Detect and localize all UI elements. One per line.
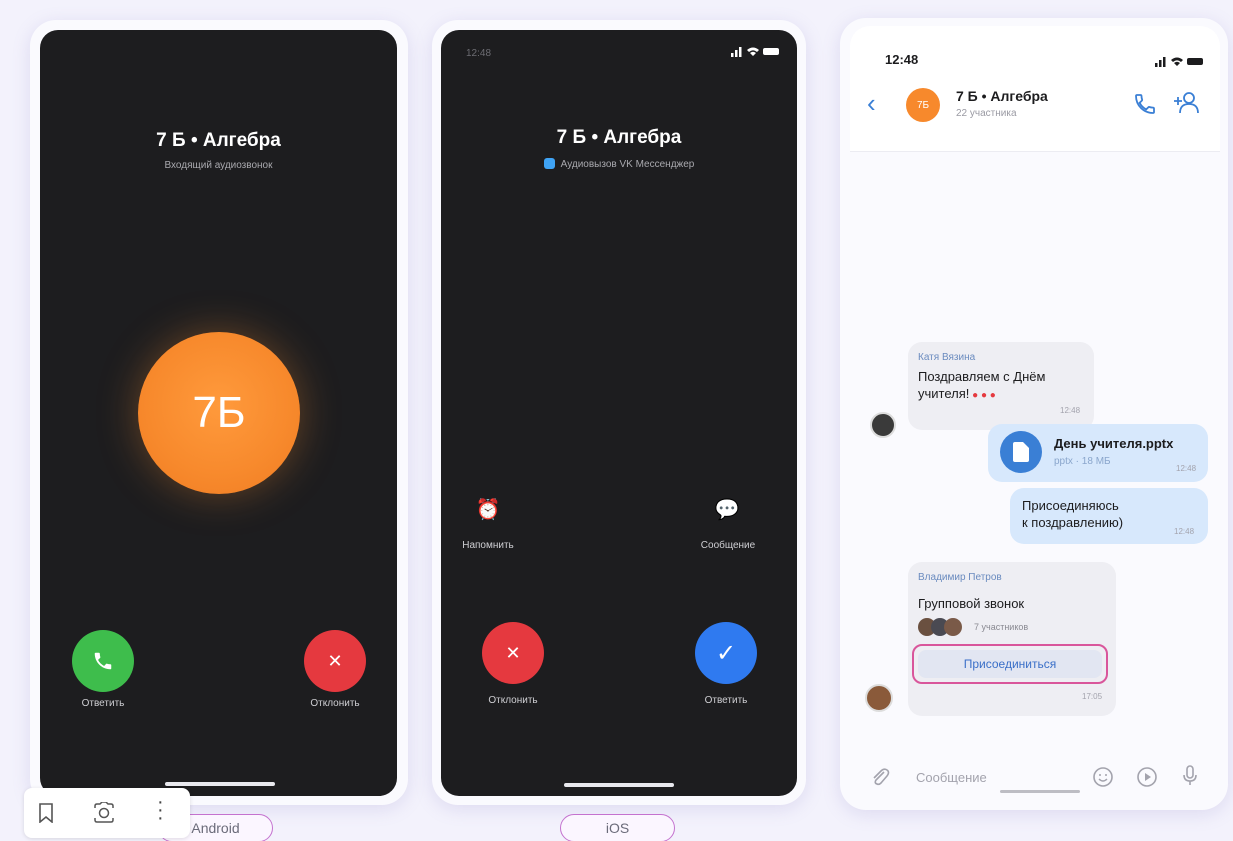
emoji-icon[interactable] xyxy=(1092,766,1114,793)
android-answer-label: Ответить xyxy=(81,698,125,709)
chat-messages-area: Катя Вязина Поздравляем с Днём учителя! … xyxy=(850,152,1220,804)
chat-status-time: 12:48 xyxy=(885,52,919,67)
sender-avatar[interactable] xyxy=(870,412,896,438)
chat-avatar[interactable]: 7Б xyxy=(906,88,940,122)
message-time: 12:48 xyxy=(1060,406,1081,415)
attach-icon[interactable] xyxy=(870,766,890,793)
home-indicator xyxy=(1000,790,1080,793)
ios-decline-label: Отклонить xyxy=(488,695,538,706)
balloon-emoji-icon: ● ● ● xyxy=(969,390,996,401)
android-decline-button[interactable]: ✕ xyxy=(304,630,366,692)
call-participants-count: 7 участников xyxy=(974,622,1029,632)
ios-answer-label: Ответить xyxy=(704,695,748,706)
microphone-icon[interactable] xyxy=(1182,764,1198,793)
bookmark-icon[interactable] xyxy=(38,803,54,828)
chat-members-count: 22 участника xyxy=(956,108,1017,119)
lens-search-icon[interactable] xyxy=(92,801,116,829)
signal-icon xyxy=(731,47,779,57)
android-call-subtitle: Входящий аудиозвонок xyxy=(164,160,273,171)
chat-screen: 12:48 ‹ 7Б 7 Б • Алгебра 22 участника Ка… xyxy=(850,26,1220,804)
android-home-indicator xyxy=(165,782,275,786)
message-bubble-icon[interactable]: 💬 xyxy=(707,497,747,522)
chat-title[interactable]: 7 Б • Алгебра xyxy=(956,88,1048,104)
add-user-icon[interactable] xyxy=(1172,90,1200,121)
file-meta: pptx · 18 МБ xyxy=(1054,456,1111,467)
document-icon[interactable] xyxy=(1000,431,1042,473)
message-bubble-1[interactable]: Катя Вязина Поздравляем с Днём учителя! … xyxy=(908,342,1094,430)
chat-avatar-large: 7Б xyxy=(138,332,300,494)
alarm-clock-icon[interactable]: ⏰ xyxy=(468,497,508,522)
ios-screen: 12:48 7 Б • Алгебра Аудиовызов VK Мессен… xyxy=(441,30,797,796)
participant-avatar xyxy=(944,618,962,636)
ios-call-title: 7 Б • Алгебра xyxy=(556,127,682,148)
ios-remind-label[interactable]: Напомнить xyxy=(441,540,543,551)
group-call-bubble[interactable]: Владимир Петров Групповой звонок 7 участ… xyxy=(908,562,1116,716)
ios-call-subtitle: Аудиовызов VK Мессенджер xyxy=(441,158,797,170)
stage: 7 Б • Алгебра Входящий аудиозвонок 7Б От… xyxy=(0,0,1233,841)
phone-call-icon[interactable] xyxy=(1133,92,1157,121)
join-call-button[interactable]: Присоединиться xyxy=(918,650,1102,678)
message-time: 12:48 xyxy=(1176,464,1197,473)
ios-decline-button[interactable]: ✕ xyxy=(482,622,544,684)
ios-home-indicator xyxy=(564,783,674,787)
android-screen: 7 Б • Алгебра Входящий аудиозвонок 7Б От… xyxy=(40,30,397,796)
android-answer-button[interactable] xyxy=(72,630,134,692)
close-icon: ✕ xyxy=(505,642,521,663)
ios-status-time: 12:48 xyxy=(466,48,492,59)
message-text: Присоединяюсь к поздравлению) xyxy=(1022,498,1124,530)
group-call-title: Групповой звонок xyxy=(918,596,1025,611)
message-time: 17:05 xyxy=(1082,692,1103,701)
chat-status-icons xyxy=(1155,54,1205,72)
ios-status-icons xyxy=(731,45,781,60)
message-sender: Владимир Петров xyxy=(918,572,1002,583)
image-toolbar: · · · xyxy=(24,788,190,838)
ios-message-label[interactable]: Сообщение xyxy=(673,540,783,551)
close-icon: ✕ xyxy=(327,650,343,671)
ios-platform-label: iOS xyxy=(560,814,675,841)
android-decline-label: Отклонить xyxy=(310,698,360,709)
more-options-icon[interactable]: · · · xyxy=(157,792,164,828)
message-input[interactable]: Сообщение xyxy=(916,770,987,785)
back-arrow-icon[interactable]: ‹ xyxy=(867,88,876,119)
message-sender: Катя Вязина xyxy=(918,352,976,363)
file-name: День учителя.pptx xyxy=(1054,436,1174,451)
signal-icon xyxy=(1155,57,1203,67)
android-call-title: 7 Б • Алгебра xyxy=(156,130,281,151)
call-participants-avatars xyxy=(918,618,972,636)
file-message-bubble[interactable]: День учителя.pptx pptx · 18 МБ 12:48 xyxy=(988,424,1208,482)
phone-icon xyxy=(94,652,112,670)
checkmark-icon: ✓ xyxy=(715,639,737,667)
message-time: 12:48 xyxy=(1174,527,1195,536)
chat-avatar-text: 7Б xyxy=(192,388,246,437)
message-bubble-3[interactable]: Присоединяюсь к поздравлению) 12:48 xyxy=(1010,488,1208,544)
chat-avatar-text-small: 7Б xyxy=(916,99,930,111)
message-text: Поздравляем с Днём учителя! ● ● ● xyxy=(918,369,1046,401)
vk-messenger-icon xyxy=(543,158,555,169)
sender-avatar[interactable] xyxy=(865,684,893,712)
ios-answer-button[interactable]: ✓ xyxy=(695,622,757,684)
ios-call-subtitle-text: Аудиовызов VK Мессенджер xyxy=(560,159,695,170)
video-message-icon[interactable] xyxy=(1136,766,1158,793)
